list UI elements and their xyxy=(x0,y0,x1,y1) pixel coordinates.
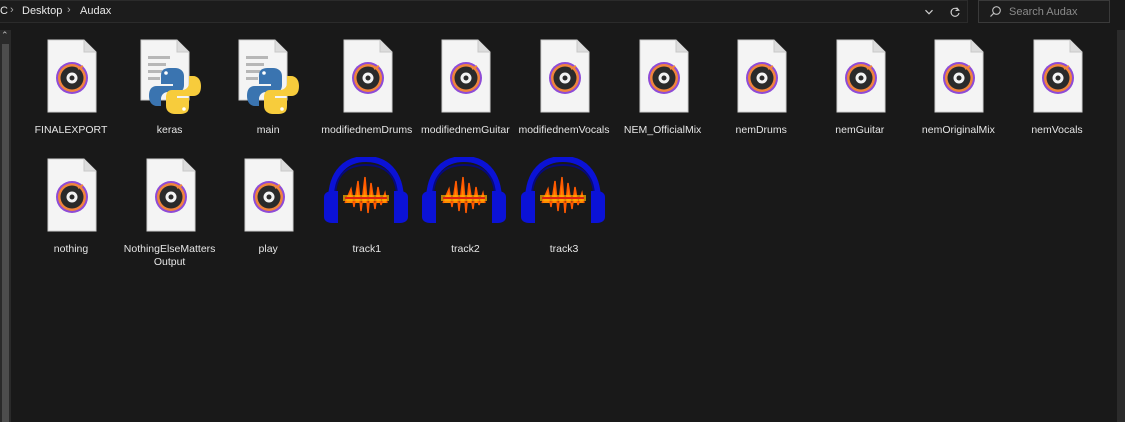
audio-file-icon xyxy=(726,38,796,114)
audacity-project-icon xyxy=(321,155,411,233)
audio-file-icon xyxy=(36,38,106,114)
file-name: play xyxy=(258,243,278,255)
search-icon xyxy=(989,5,1002,23)
file-item[interactable]: keras xyxy=(121,38,219,158)
search-input[interactable] xyxy=(1009,4,1105,20)
file-item[interactable]: track1 xyxy=(318,155,416,277)
file-name: FINALEXPORT xyxy=(34,124,108,136)
address-bar[interactable]: C › Desktop › Audax xyxy=(0,0,968,23)
file-name: NothingElseMattersOutput xyxy=(123,243,216,268)
audio-file-icon xyxy=(332,38,402,114)
audio-file-icon xyxy=(628,38,698,114)
breadcrumb-pc[interactable]: C xyxy=(0,5,8,17)
audio-file-icon xyxy=(135,157,205,233)
file-name: main xyxy=(256,124,280,136)
file-name: nemOriginalMix xyxy=(921,124,995,136)
file-item[interactable]: FINALEXPORT xyxy=(22,38,120,158)
audio-file-icon xyxy=(233,157,303,233)
audio-file-icon xyxy=(923,38,993,114)
audio-file-icon xyxy=(430,38,500,114)
file-item[interactable]: modifiednemVocals xyxy=(515,38,613,158)
file-item[interactable]: play xyxy=(219,157,317,277)
right-pane-edge xyxy=(1117,30,1125,422)
chevron-down-icon[interactable] xyxy=(920,3,938,21)
file-item[interactable]: nemDrums xyxy=(712,38,810,158)
audio-file-icon xyxy=(825,38,895,114)
file-name: modifiednemVocals xyxy=(518,124,610,136)
audacity-project-icon xyxy=(518,155,608,233)
breadcrumb-desktop[interactable]: Desktop xyxy=(22,5,62,17)
file-name: track1 xyxy=(352,243,382,255)
audacity-project-icon xyxy=(419,155,509,233)
file-name: track2 xyxy=(451,243,480,255)
file-name: nemVocals xyxy=(1031,124,1083,136)
python-file-icon xyxy=(135,38,205,114)
audio-file-icon xyxy=(529,38,599,114)
refresh-icon[interactable] xyxy=(946,3,964,21)
file-name: modifiednemGuitar xyxy=(421,124,510,136)
file-item[interactable]: track3 xyxy=(515,155,613,277)
chevron-right-icon: › xyxy=(10,4,14,16)
scroll-up-icon[interactable]: ⌃ xyxy=(1,30,9,41)
audio-file-icon xyxy=(36,157,106,233)
scrollbar-thumb[interactable] xyxy=(2,44,9,422)
file-name: nemGuitar xyxy=(835,124,885,136)
file-item[interactable]: nemGuitar xyxy=(811,38,909,158)
file-name: track3 xyxy=(549,243,579,255)
file-name: NEM_OfficialMix xyxy=(623,124,702,136)
file-item[interactable]: modifiednemDrums xyxy=(318,38,416,158)
breadcrumb-audax[interactable]: Audax xyxy=(80,5,111,17)
file-item[interactable]: nemOriginalMix xyxy=(909,38,1007,158)
file-name: modifiednemDrums xyxy=(321,124,413,136)
chevron-right-icon: › xyxy=(67,4,71,16)
file-name: keras xyxy=(156,124,183,136)
file-name: nemDrums xyxy=(735,124,787,136)
file-item[interactable]: NEM_OfficialMix xyxy=(614,38,712,158)
search-box[interactable] xyxy=(978,0,1110,23)
scrollbar[interactable]: ⌃ xyxy=(0,30,11,422)
file-item[interactable]: main xyxy=(219,38,317,158)
file-item[interactable]: nemVocals xyxy=(1008,38,1106,158)
address-bar-row: C › Desktop › Audax xyxy=(0,0,1125,24)
file-item[interactable]: modifiednemGuitar xyxy=(416,38,514,158)
file-item[interactable]: NothingElseMattersOutput xyxy=(121,157,219,277)
file-name: nothing xyxy=(53,243,89,255)
audio-file-icon xyxy=(1022,38,1092,114)
file-item[interactable]: track2 xyxy=(416,155,514,277)
python-file-icon xyxy=(233,38,303,114)
file-item[interactable]: nothing xyxy=(22,157,120,277)
